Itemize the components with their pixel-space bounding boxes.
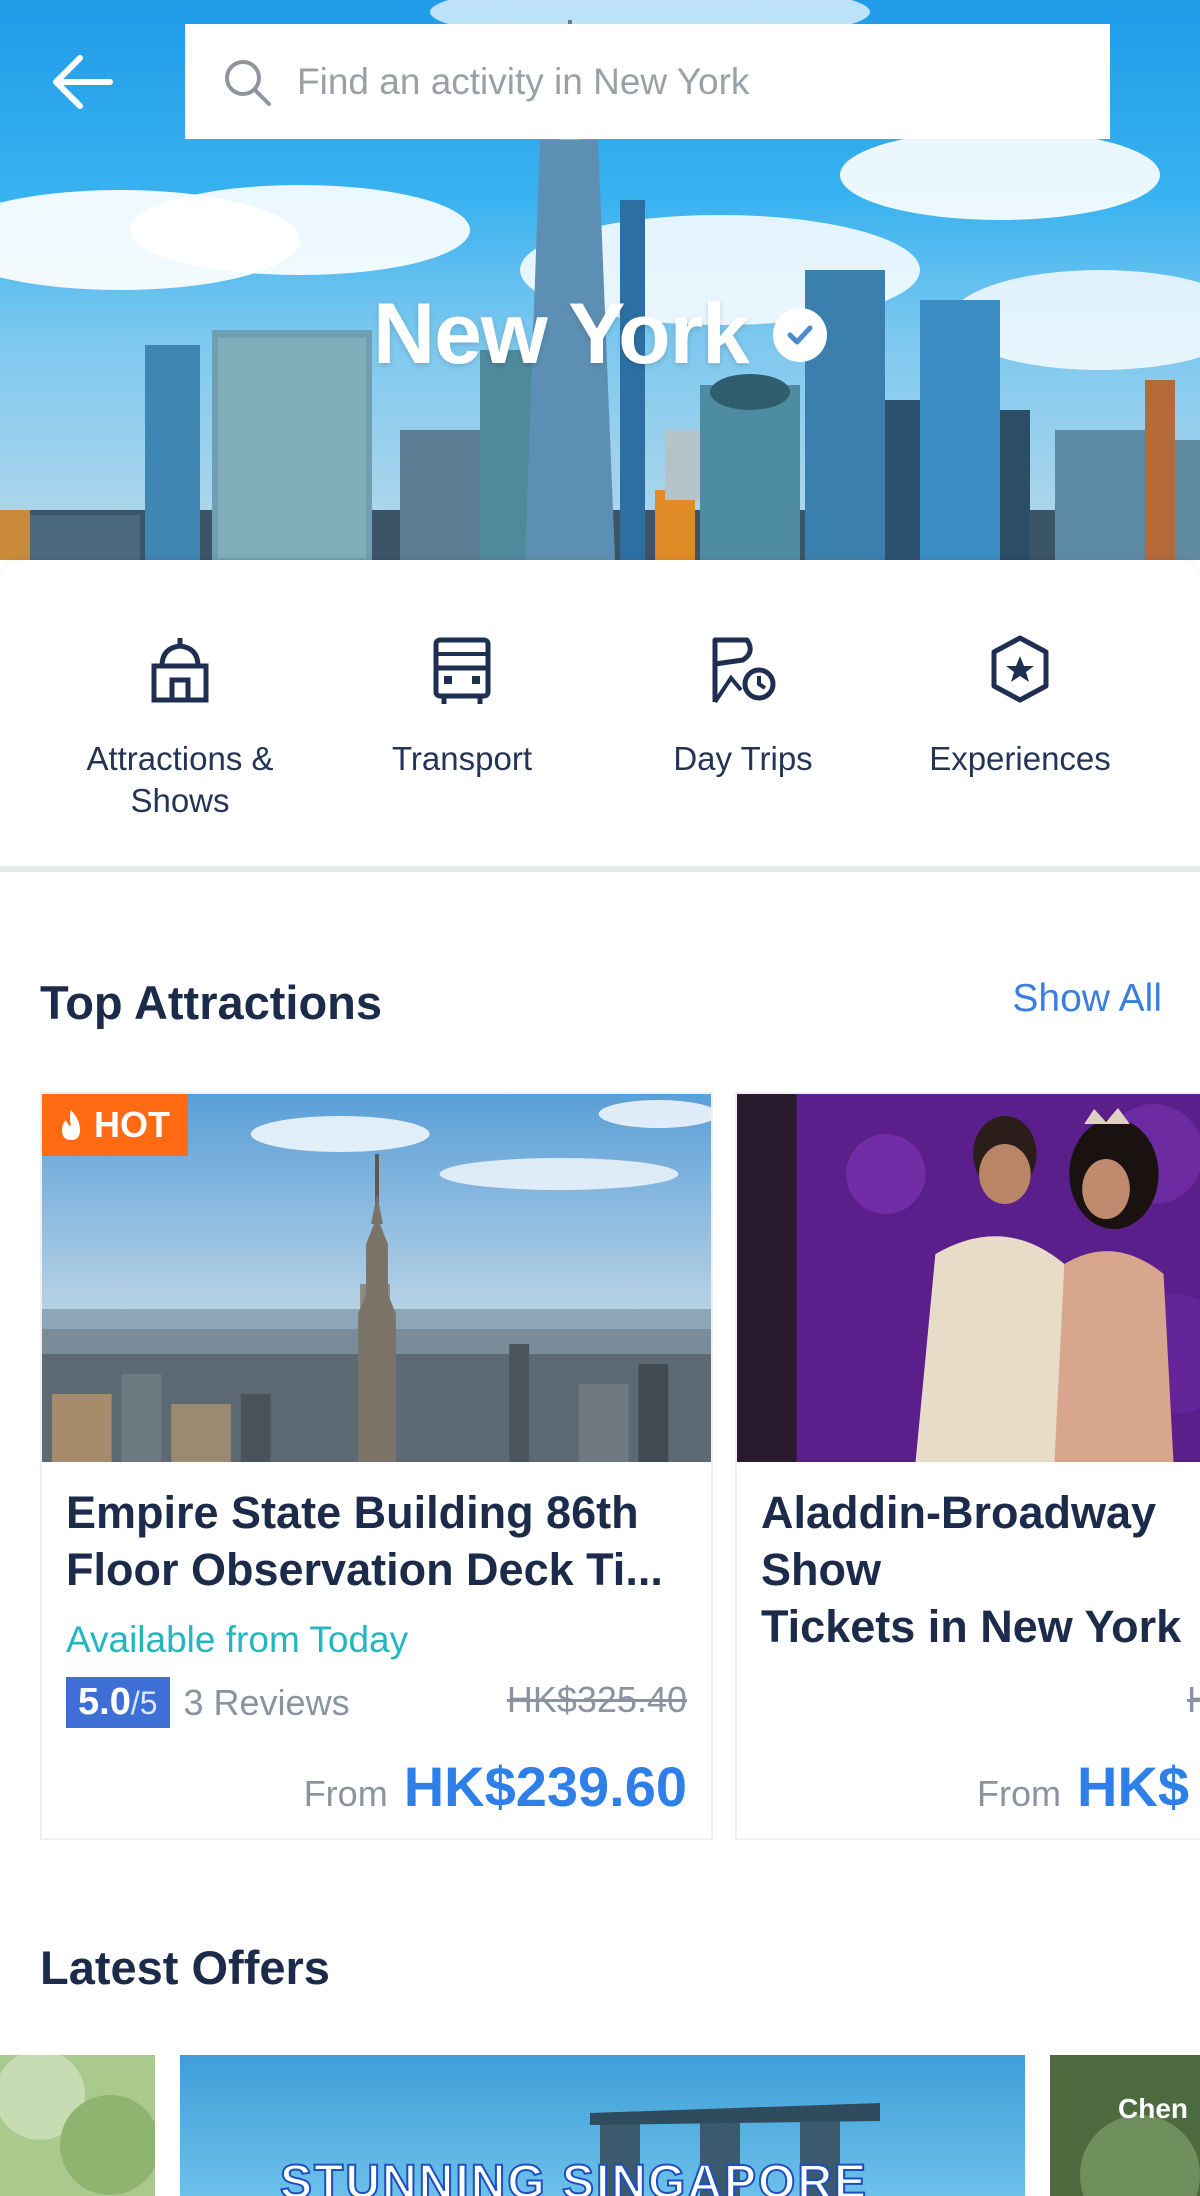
attraction-icon [151,638,209,703]
offer-banner-singapore[interactable]: STUNNING SINGAPORE [180,2055,1025,2196]
hot-badge: HOT [42,1094,188,1156]
day-trip-icon [712,637,776,704]
attraction-title: Empire State Building 86th Floor Observa… [66,1487,663,1595]
category-panel: Attractions & Shows Transport Day Trips [0,560,1200,870]
attraction-card-empire-state[interactable]: HOT Empire State Building 86th Floor Obs… [40,1092,713,1840]
top-attractions-title: Top Attractions [40,976,383,1029]
category-transport[interactable]: Transport [322,630,602,780]
search-bar[interactable] [185,24,1110,139]
attraction-title: Aladdin-Broadway Show Tickets in New Yor… [761,1487,1182,1652]
rating-score: 5.0 [78,1681,131,1723]
review-count: 3 Reviews [183,1681,350,1723]
hero-banner: New York [0,0,1200,560]
back-button[interactable] [44,44,120,120]
section-divider [0,866,1200,872]
offer-banner-chen[interactable]: Chen [1050,2055,1200,2196]
availability-text: Available from Today [66,1619,409,1660]
price-row: From HK$ [977,1754,1189,1819]
category-label: Attractions & Shows [86,740,274,819]
rating-badge: 5.0/5 [66,1677,170,1728]
category-label: Transport [392,740,532,777]
price-value: HK$239.60 [403,1755,687,1818]
price-from-label: From [303,1773,388,1814]
verified-check-icon [772,307,827,362]
rating-row: 5.0/5 3 Reviews [66,1677,350,1728]
offer-banner-text: Chen [1118,2093,1188,2124]
rating-max: /5 [130,1685,158,1721]
category-day-trips[interactable]: Day Trips [603,630,883,780]
city-name: New York [373,286,750,382]
category-experiences[interactable]: Experiences [880,630,1160,780]
category-attractions-shows[interactable]: Attractions & Shows [40,630,320,822]
offer-image [1050,2055,1200,2196]
price-from-label: From [977,1773,1061,1814]
offer-banner-nature[interactable] [0,2055,155,2196]
latest-offers-title: Latest Offers [40,1941,330,1994]
fire-icon [62,1110,80,1140]
experience-star-icon [991,635,1049,703]
attraction-card-aladdin[interactable]: Aladdin-Broadway Show Tickets in New Yor… [735,1092,1200,1840]
search-icon [225,59,271,106]
category-label: Day Trips [673,740,813,777]
price-value: HK$ [1077,1755,1190,1818]
search-input[interactable] [297,60,1057,103]
price-row: From HK$239.60 [304,1754,687,1819]
aladdin-show-photo [737,1094,1200,1462]
bus-icon [433,637,491,704]
category-label: Experiences [929,740,1111,777]
offer-image [0,2055,155,2196]
original-price: HK [1187,1679,1200,1721]
attraction-image [737,1094,1200,1462]
city-title: New York [0,285,1200,384]
arrow-left-icon [53,55,113,109]
offer-banner-text: STUNNING SINGAPORE [279,2155,869,2196]
original-price: HK$325.40 [506,1679,687,1720]
show-all-link[interactable]: Show All [1012,977,1162,1021]
attraction-image: HOT [42,1094,711,1462]
hot-badge-label: HOT [94,1104,170,1145]
